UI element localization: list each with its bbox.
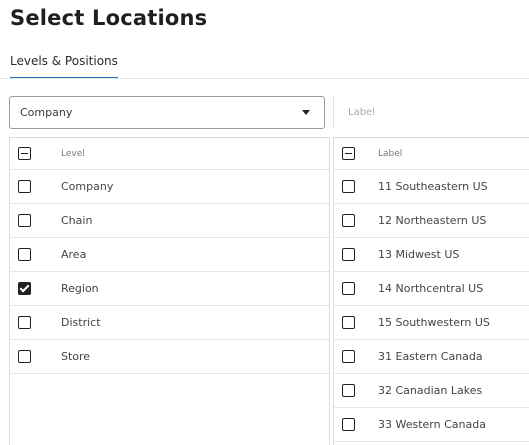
row-label: Area — [61, 248, 87, 261]
positions-column-header: Label — [378, 148, 403, 159]
row-label: 33 Western Canada — [378, 418, 486, 431]
row-checkbox[interactable] — [342, 282, 355, 295]
level-row[interactable]: Store — [10, 340, 329, 374]
page-title: Select Locations — [10, 6, 208, 30]
row-checkbox[interactable] — [18, 248, 31, 261]
select-all-levels-checkbox[interactable] — [18, 147, 31, 160]
level-row[interactable]: Company — [10, 170, 329, 204]
levels-list: Level Company Chain Area Region District Stor… — [9, 137, 330, 445]
row-checkbox[interactable] — [342, 180, 355, 193]
row-checkbox[interactable] — [342, 384, 355, 397]
level-row[interactable]: Region — [10, 272, 329, 306]
row-label: District — [61, 316, 101, 329]
row-checkbox[interactable] — [18, 350, 31, 363]
caret-down-icon — [302, 110, 310, 115]
row-label: 31 Eastern Canada — [378, 350, 483, 363]
positions-list: Label 11 Southeastern US 12 Northeastern … — [333, 137, 529, 445]
label-filter — [333, 96, 529, 129]
label-search-input[interactable] — [346, 106, 529, 119]
levels-header-row: Level — [10, 138, 329, 170]
position-row[interactable]: 15 Southwestern US — [334, 306, 529, 340]
select-all-positions-checkbox[interactable] — [342, 147, 355, 160]
positions-header-row: Label — [334, 138, 529, 170]
row-checkbox[interactable] — [342, 316, 355, 329]
row-checkbox[interactable] — [18, 316, 31, 329]
row-label: Chain — [61, 214, 93, 227]
position-row[interactable]: 33 Western Canada — [334, 408, 529, 442]
row-label: 12 Northeastern US — [378, 214, 487, 227]
level-row[interactable]: Area — [10, 238, 329, 272]
position-row[interactable]: 32 Canadian Lakes — [334, 374, 529, 408]
tab-bar: Levels & Positions — [10, 50, 118, 79]
row-label: 11 Southeastern US — [378, 180, 488, 193]
level-row[interactable]: District — [10, 306, 329, 340]
row-label: Store — [61, 350, 91, 363]
row-checkbox[interactable] — [18, 214, 31, 227]
position-row[interactable]: 11 Southeastern US — [334, 170, 529, 204]
level-row[interactable]: Chain — [10, 204, 329, 238]
level-select-value: Company — [20, 106, 73, 119]
row-label: 15 Southwestern US — [378, 316, 490, 329]
position-row[interactable]: 14 Northcentral US — [334, 272, 529, 306]
tab-divider — [0, 78, 529, 79]
row-checkbox[interactable] — [342, 350, 355, 363]
levels-column-header: Level — [61, 148, 85, 159]
row-label: 14 Northcentral US — [378, 282, 484, 295]
tab-levels-positions[interactable]: Levels & Positions — [10, 54, 118, 79]
row-checkbox[interactable] — [18, 180, 31, 193]
row-label: 13 Midwest US — [378, 248, 460, 261]
row-checkbox[interactable] — [342, 214, 355, 227]
position-row[interactable]: 12 Northeastern US — [334, 204, 529, 238]
row-checkbox[interactable] — [18, 282, 31, 295]
row-label: Region — [61, 282, 99, 295]
row-checkbox[interactable] — [342, 248, 355, 261]
position-row[interactable]: 31 Eastern Canada — [334, 340, 529, 374]
row-label: Company — [61, 180, 114, 193]
level-select[interactable]: Company — [9, 96, 325, 129]
row-label: 32 Canadian Lakes — [378, 384, 483, 397]
position-row[interactable]: 13 Midwest US — [334, 238, 529, 272]
row-checkbox[interactable] — [342, 418, 355, 431]
